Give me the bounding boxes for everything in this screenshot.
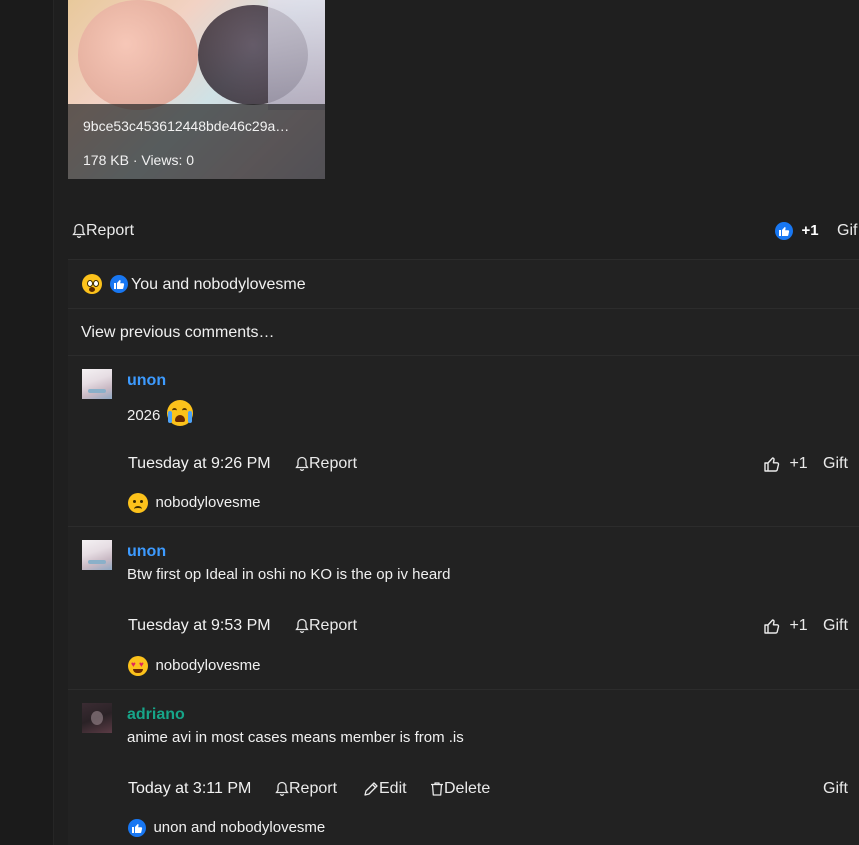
comment-gift-button[interactable]: Gift xyxy=(823,617,848,635)
thumbnail-art xyxy=(78,0,198,110)
comment-timestamp[interactable]: Today at 3:11 PM xyxy=(128,780,251,798)
post-like-count: +1 xyxy=(801,222,819,240)
thread-content: 9bce53c453612448bde46c29a… 178 KB · View… xyxy=(54,0,859,845)
reaction-users: nobodylovesme xyxy=(155,494,261,512)
comment-text: anime avi in most cases means member is … xyxy=(127,729,464,746)
comment-like-button[interactable]: +1 xyxy=(763,455,808,473)
like-icon xyxy=(110,275,129,293)
avatar[interactable] xyxy=(82,369,112,399)
post-report-button[interactable]: Report xyxy=(72,222,134,240)
view-previous-comments-link[interactable]: View previous comments… xyxy=(81,324,275,342)
attachment-thumbnail[interactable]: 9bce53c453612448bde46c29a… 178 KB · View… xyxy=(68,0,325,179)
comment-gift-button[interactable]: Gift xyxy=(823,455,848,473)
thumbs-up-outline-icon xyxy=(764,619,780,634)
sad-emoji-icon xyxy=(128,493,148,513)
comment-delete-button[interactable]: Delete xyxy=(430,780,490,798)
heart-eyes-emoji-icon: ♥ ♥ xyxy=(128,656,148,676)
avatar[interactable] xyxy=(82,703,112,733)
bell-icon xyxy=(275,781,289,796)
like-icon xyxy=(128,819,146,837)
bell-icon xyxy=(72,223,86,238)
comment-like-count: +1 xyxy=(789,455,808,473)
comment-author[interactable]: adriano xyxy=(127,706,185,724)
comment-text: 2026 xyxy=(127,400,193,429)
edit-label: Edit xyxy=(379,780,407,797)
post-like-button[interactable]: +1 xyxy=(775,222,819,240)
reaction-users: unon and nobodylovesme xyxy=(153,819,326,837)
comment-reactions[interactable]: nobodylovesme xyxy=(128,493,261,513)
comment-reactions[interactable]: unon and nobodylovesme xyxy=(128,819,325,837)
comment-author[interactable]: unon xyxy=(127,543,166,561)
reactions-icons xyxy=(82,274,129,294)
delete-label: Delete xyxy=(444,780,491,797)
comment-timestamp[interactable]: Tuesday at 9:26 PM xyxy=(128,455,271,473)
comment-timestamp[interactable]: Tuesday at 9:53 PM xyxy=(128,617,271,635)
comment-item: unon Btw first op Ideal in oshi no KO is… xyxy=(68,527,859,689)
thumbnail-art-3 xyxy=(268,0,325,110)
crying-emoji-icon xyxy=(166,400,193,426)
trash-icon xyxy=(431,782,443,796)
comment-report-button[interactable]: Report xyxy=(275,780,337,798)
comment-edit-button[interactable]: Edit xyxy=(363,780,407,798)
wow-emoji-icon xyxy=(82,274,102,294)
like-icon xyxy=(775,222,793,240)
post-gift-button[interactable]: Gif xyxy=(837,222,857,240)
thumbs-up-outline-icon xyxy=(764,457,780,472)
comment-like-count: +1 xyxy=(789,617,808,635)
comment-author[interactable]: unon xyxy=(127,372,166,390)
reactions-summary-text[interactable]: You and nobodylovesme xyxy=(131,276,306,294)
reaction-users: nobodylovesme xyxy=(155,657,261,675)
reactions-summary-bar[interactable]: You and nobodylovesme xyxy=(68,260,859,308)
report-label: Report xyxy=(289,780,338,797)
comment-report-button[interactable]: Report xyxy=(295,617,357,635)
pencil-icon xyxy=(364,782,378,796)
report-label: Report xyxy=(309,455,358,472)
comment-like-button[interactable]: +1 xyxy=(763,617,808,635)
bell-icon xyxy=(295,456,309,471)
comment-report-button[interactable]: Report xyxy=(295,455,357,473)
comment-reactions[interactable]: ♥ ♥ nobodylovesme xyxy=(128,656,261,676)
bell-icon xyxy=(295,618,309,633)
view-previous-bar: View previous comments… xyxy=(68,309,859,355)
report-label: Report xyxy=(86,222,135,239)
attachment-caption: 9bce53c453612448bde46c29a… 178 KB · View… xyxy=(68,104,325,179)
comment-body: 2026 xyxy=(127,406,161,424)
avatar[interactable] xyxy=(82,540,112,570)
comment-item: unon 2026 Tuesday at 9:26 PM Report +1 G… xyxy=(68,356,859,526)
comment-item: adriano anime avi in most cases means me… xyxy=(68,690,859,845)
report-label: Report xyxy=(309,617,358,634)
attachment-meta: 178 KB · Views: 0 xyxy=(83,152,195,168)
comment-gift-button[interactable]: Gift xyxy=(823,780,848,798)
comment-text: Btw first op Ideal in oshi no KO is the … xyxy=(127,566,451,583)
left-rail xyxy=(0,0,54,845)
attachment-filename[interactable]: 9bce53c453612448bde46c29a… xyxy=(83,118,289,134)
